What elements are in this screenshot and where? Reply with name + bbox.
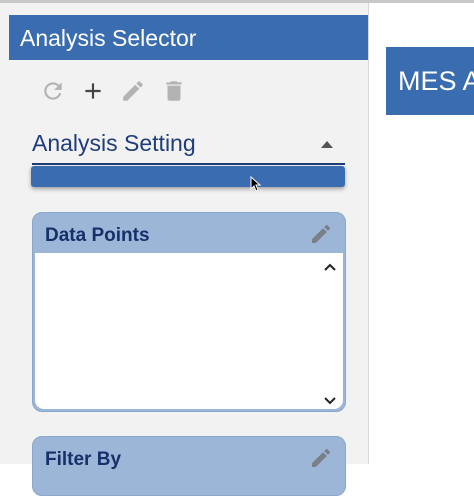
main-panel-header: MES A	[386, 47, 474, 115]
refresh-icon[interactable]	[40, 78, 66, 104]
filter-by-title: Filter By	[45, 449, 122, 470]
caret-up-icon[interactable]	[321, 141, 333, 148]
main-panel-title: MES A	[398, 66, 474, 96]
scroll-up-icon[interactable]	[323, 259, 337, 271]
panel-header: Analysis Selector	[9, 15, 368, 60]
filter-by-edit-icon[interactable]	[309, 446, 333, 470]
data-points-list[interactable]	[35, 253, 343, 409]
data-points-edit-icon[interactable]	[309, 222, 333, 246]
data-points-title: Data Points	[45, 225, 150, 246]
trash-icon[interactable]	[161, 78, 187, 104]
scroll-down-icon[interactable]	[323, 393, 337, 405]
plus-icon[interactable]	[80, 78, 106, 104]
filter-by-card: Filter By	[32, 436, 346, 496]
panel-title: Analysis Selector	[20, 25, 197, 51]
dropdown-option[interactable]	[31, 166, 345, 187]
mouse-cursor-icon	[250, 175, 262, 197]
dropdown-underline	[32, 163, 345, 165]
analysis-setting-dropdown[interactable]: Analysis Setting	[32, 130, 196, 157]
pencil-icon[interactable]	[120, 78, 146, 104]
data-points-card: Data Points	[32, 212, 346, 412]
